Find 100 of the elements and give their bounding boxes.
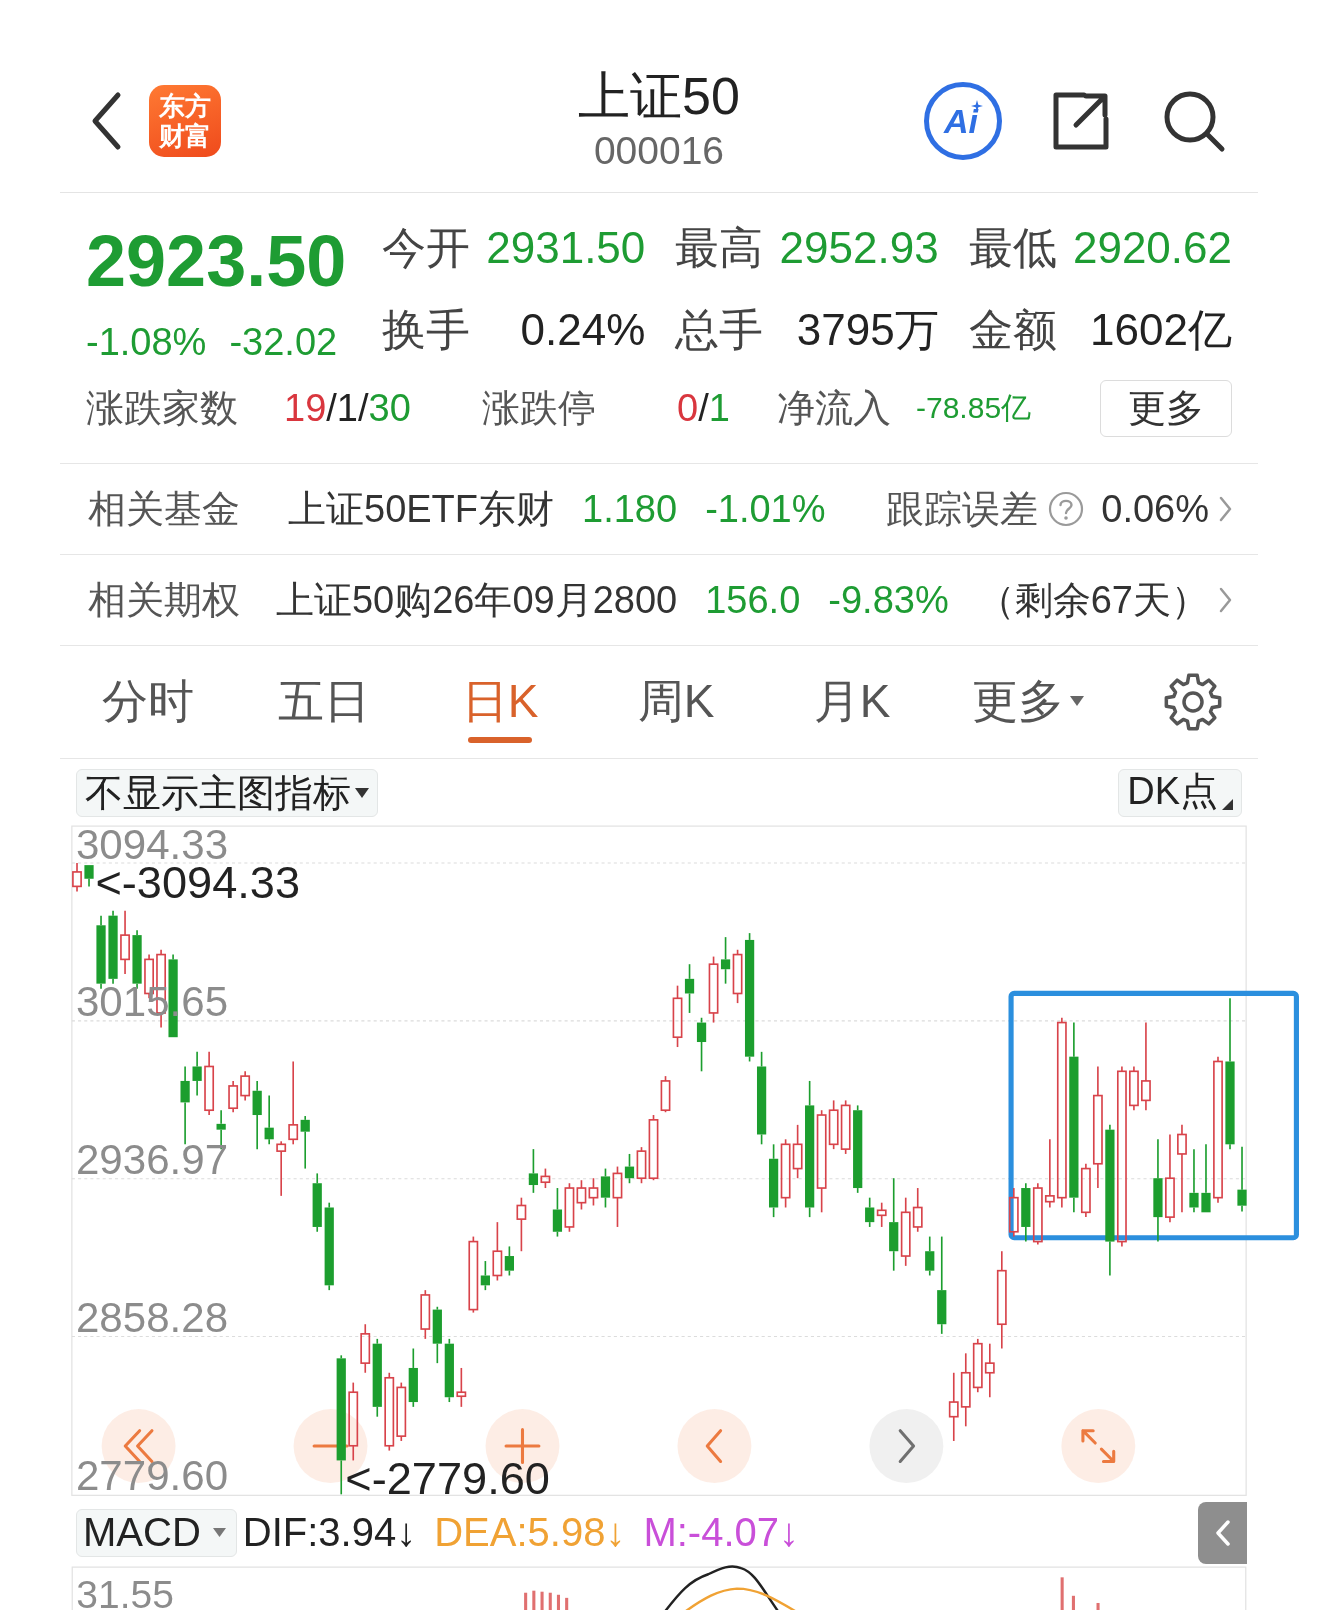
related-name[interactable]: 上证50购26年09月2800 (275, 574, 678, 626)
change-amount: -32.02 (229, 320, 338, 364)
candle (264, 1094, 274, 1146)
related-label: 相关基金 (88, 486, 241, 532)
candle (672, 984, 683, 1048)
histogram-bar (1060, 1576, 1064, 1610)
stat-value: 1602亿 (1090, 303, 1232, 356)
candle (516, 1196, 527, 1253)
chevron-left-icon[interactable] (677, 1409, 752, 1483)
period-tab[interactable]: 月K (764, 651, 940, 753)
candle (708, 955, 719, 1024)
corner-triangle-icon (1222, 799, 1233, 810)
period-tab[interactable]: 周K (588, 651, 764, 753)
related-price: 156.0 (705, 578, 801, 622)
candle (865, 1196, 875, 1228)
histogram-bar (524, 1592, 528, 1610)
remaining-days: （剩余67天） (976, 574, 1209, 626)
low-price-marker: <-2779.60 (345, 1462, 550, 1496)
chevron-right-icon (1219, 496, 1232, 522)
histogram-bar (1096, 1602, 1100, 1610)
page-title: 上证50 (578, 66, 740, 126)
candle (72, 862, 82, 893)
candle (792, 1124, 803, 1180)
stat-label: 最低 (968, 221, 1057, 274)
stat-label: 总手 (675, 303, 764, 356)
candle (720, 936, 731, 985)
help-icon[interactable] (1048, 491, 1085, 527)
caret-down-icon (355, 788, 369, 798)
chevron-right-icon (1219, 587, 1232, 613)
caret-down-icon (1070, 696, 1084, 706)
candle (408, 1347, 418, 1408)
app-logo: 东方财富 (149, 85, 221, 157)
related-label: 相关期权 (88, 577, 241, 623)
candle (120, 910, 130, 975)
caret-down-icon (212, 1528, 226, 1537)
current-price: 2923.50 (86, 221, 348, 301)
candle (420, 1289, 431, 1340)
related-change: -9.83% (828, 578, 949, 622)
period-tab[interactable]: 五日 (236, 651, 412, 753)
candle (528, 1148, 538, 1194)
histogram-bar (540, 1591, 544, 1610)
axis-label: 2858.28 (75, 1303, 229, 1334)
stat-value: 2952.93 (779, 222, 939, 273)
stock-code: 000016 (592, 128, 726, 174)
candle (192, 1051, 202, 1097)
related-name[interactable]: 上证50ETF东财 (288, 483, 555, 535)
period-tab[interactable]: 分时 (60, 651, 236, 753)
candle (432, 1305, 442, 1364)
axis-label: 2936.97 (75, 1145, 229, 1176)
candle (780, 1138, 791, 1209)
candle (1008, 1187, 1019, 1238)
stat-label: 最高 (675, 221, 764, 274)
histogram-bar (565, 1597, 569, 1610)
candle (1032, 1182, 1043, 1246)
macd-histogram-value: M:-4.07↓ (643, 1510, 799, 1555)
collapse-tab[interactable] (1198, 1501, 1247, 1564)
period-tab[interactable]: 日K (412, 651, 588, 753)
candle (1129, 1065, 1139, 1112)
tracking-error-value: 0.06% (1101, 487, 1209, 531)
expand-icon[interactable] (1061, 1409, 1136, 1483)
histogram-bar (548, 1592, 552, 1610)
candle (696, 1016, 707, 1073)
candle (588, 1177, 599, 1207)
histogram-bar (532, 1590, 536, 1610)
stat-label: 换手 (382, 303, 470, 356)
macd-dea-value: DEA:5.98↓ (434, 1510, 626, 1555)
net-inflow-label: 净流入 (777, 385, 892, 431)
search-icon[interactable] (1162, 89, 1226, 153)
more-button[interactable]: 更多 (1100, 379, 1232, 437)
candle (396, 1381, 407, 1442)
limit-label: 涨跌停 (482, 385, 597, 431)
candle (840, 1099, 851, 1155)
net-inflow-value: -78.85亿 (916, 389, 1033, 426)
candle (228, 1080, 239, 1114)
advance-decline-count: 19/1/30 (284, 386, 412, 430)
dk-points-button[interactable]: DK点 (1118, 769, 1242, 817)
chevron-left-icon (1215, 1519, 1230, 1546)
settings-icon[interactable] (1164, 673, 1222, 731)
indicator-dropdown[interactable]: 不显示主图指标 (76, 769, 378, 817)
high-price-marker: <-3094.33 (95, 867, 301, 900)
stat-label: 今开 (382, 221, 470, 274)
axis-label: 3094.33 (75, 829, 229, 860)
candle (84, 865, 94, 888)
stat-value: 2931.50 (486, 222, 646, 273)
stat-value: 3795万 (796, 303, 939, 356)
candle (684, 963, 695, 1014)
limit-up-down-count: 0/1 (677, 386, 731, 430)
macd-dropdown[interactable]: MACD (76, 1508, 237, 1557)
candle (444, 1338, 454, 1403)
candle (312, 1172, 322, 1233)
ai-assistant-button[interactable]: Ai (924, 82, 1002, 160)
candle (1201, 1143, 1211, 1213)
candle (876, 1201, 887, 1228)
histogram-bar (556, 1594, 560, 1610)
back-icon[interactable] (90, 91, 122, 151)
candle (972, 1338, 983, 1394)
related-change: -1.01% (705, 487, 826, 531)
more-menu-tab[interactable]: 更多 (940, 651, 1116, 753)
candle (948, 1371, 959, 1442)
tracking-error-label: 跟踪误差 (886, 486, 1039, 532)
